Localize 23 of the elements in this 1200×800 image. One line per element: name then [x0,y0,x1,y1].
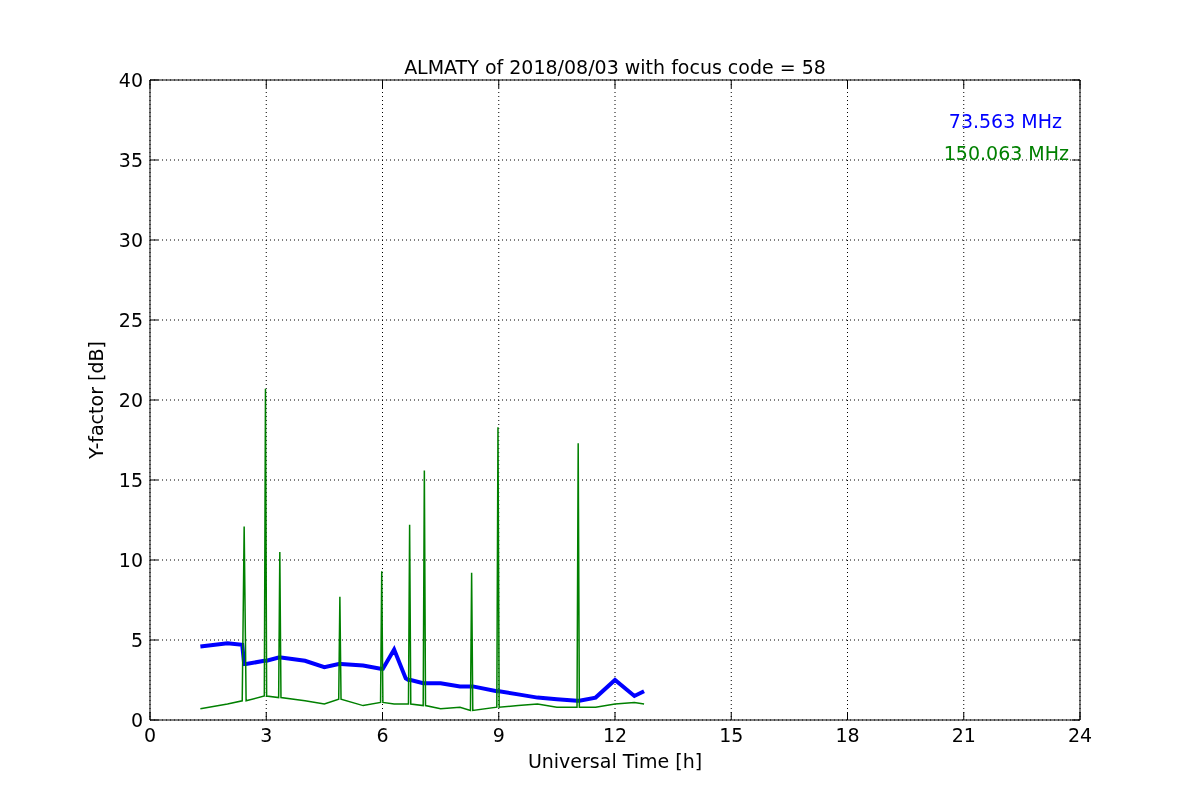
legend-label: 73.563 MHz [948,110,1062,132]
x-tick-label: 21 [951,724,976,746]
x-tick-label: 6 [376,724,389,746]
y-tick-label: 35 [118,149,143,171]
y-tick-label: 20 [118,389,143,411]
x-tick-label: 15 [719,724,744,746]
y-tick-label: 15 [118,469,143,491]
y-tick-label: 30 [118,229,143,251]
x-tick-label: 18 [835,724,860,746]
x-tick-label: 0 [143,724,157,746]
y-tick-label: 0 [130,709,143,731]
legend-label: 150.063 MHz [943,142,1069,164]
chart-title: ALMATY of 2018/08/03 with focus code = 58 [404,56,826,78]
x-tick-label: 9 [492,724,505,746]
x-tick-label: 12 [602,724,628,746]
y-axis-label: Y-factor [dB] [85,341,107,459]
y-tick-label: 5 [130,629,143,651]
x-tick-label: 24 [1067,724,1093,746]
y-tick-label: 10 [118,549,143,571]
x-axis-label: Universal Time [h] [527,750,703,772]
y-tick-label: 40 [118,69,143,91]
y-tick-label: 25 [118,309,143,331]
x-tick-label: 3 [260,724,273,746]
